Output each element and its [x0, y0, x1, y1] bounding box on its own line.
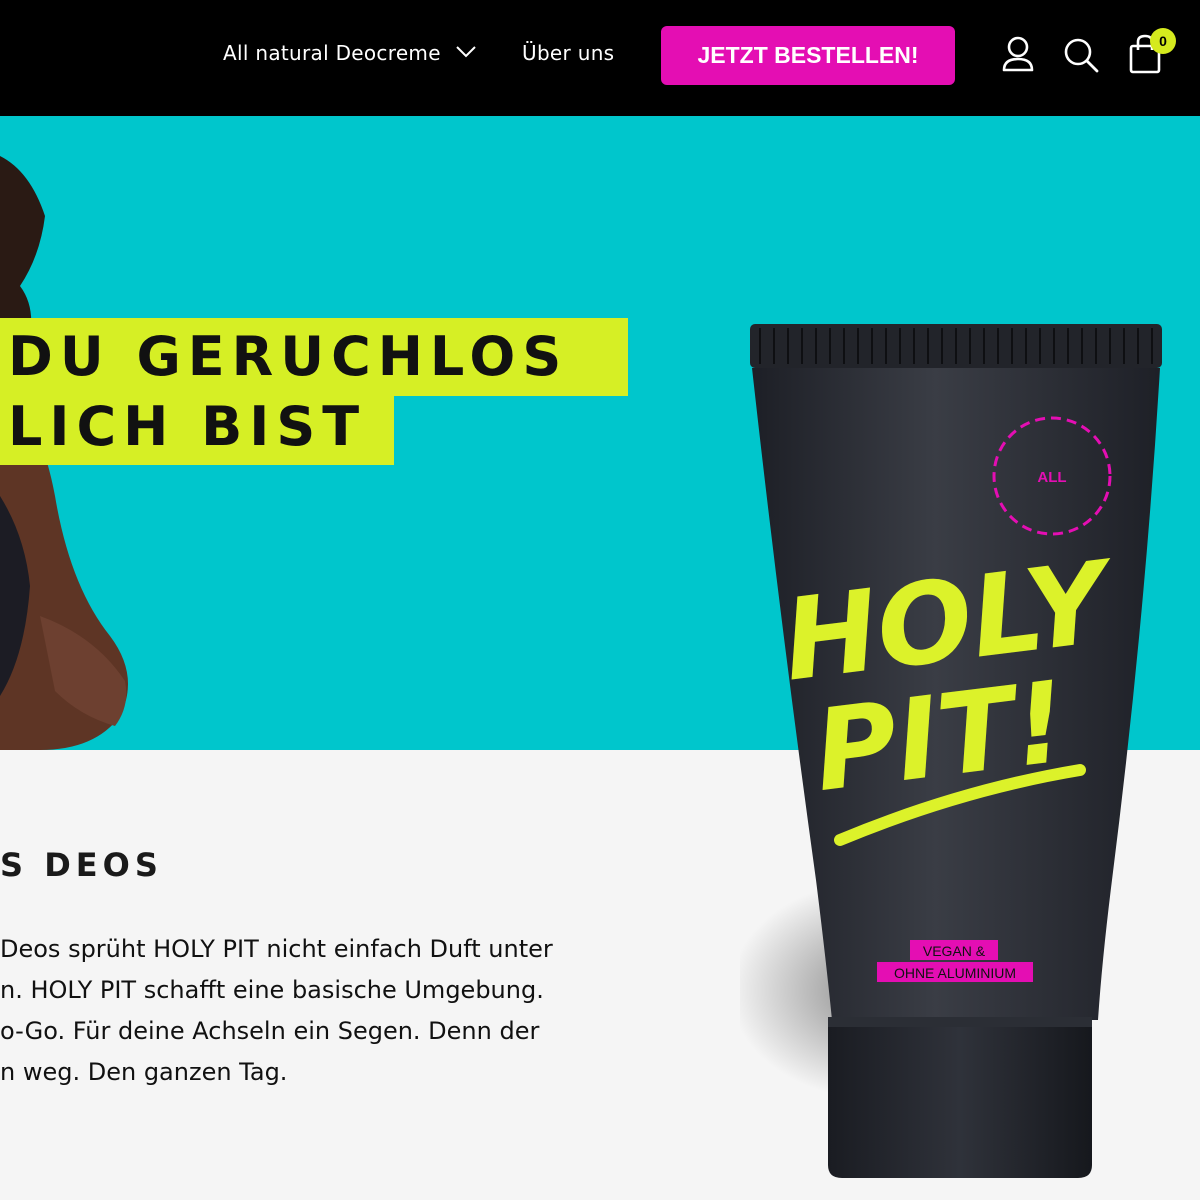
nav-item-ueber-uns[interactable]: Über uns	[522, 41, 614, 65]
paragraph-line: o-Go. Für deine Achseln ein Segen. Denn …	[0, 1017, 540, 1045]
seal-center-text: ALL	[1037, 469, 1066, 486]
user-icon	[1002, 36, 1034, 72]
nav-deocreme-label: All natural Deocreme	[223, 41, 441, 65]
search-icon	[1064, 38, 1099, 73]
product-tube-image: ALL HOLY PIT! VEGAN & OHNE ALUMINIUM	[740, 324, 1162, 1178]
product-tag-line-1: VEGAN &	[923, 943, 986, 959]
search-button[interactable]	[1056, 30, 1106, 80]
paragraph-line: Deos sprüht HOLY PIT nicht einfach Duft …	[0, 935, 553, 963]
account-button[interactable]	[993, 30, 1043, 80]
hero-headline-line-1: DU GERUCHLOS	[0, 318, 628, 396]
product-tag-line-2: OHNE ALUMINIUM	[894, 965, 1016, 981]
paragraph-line: n. HOLY PIT schafft eine basische Umgebu…	[0, 976, 544, 1004]
cart-count-badge: 0	[1150, 28, 1176, 54]
section-title: S DEOS	[0, 846, 163, 884]
site-header: All natural Deocreme Über uns JETZT BEST…	[0, 0, 1200, 116]
paragraph-line: n weg. Den ganzen Tag.	[0, 1058, 288, 1086]
order-now-button[interactable]: JETZT BESTELLEN!	[661, 26, 955, 85]
hero-headline-line-2: LICH BIST	[0, 396, 394, 465]
chevron-down-icon	[456, 46, 476, 58]
nav-item-deocreme[interactable]: All natural Deocreme	[223, 41, 476, 65]
